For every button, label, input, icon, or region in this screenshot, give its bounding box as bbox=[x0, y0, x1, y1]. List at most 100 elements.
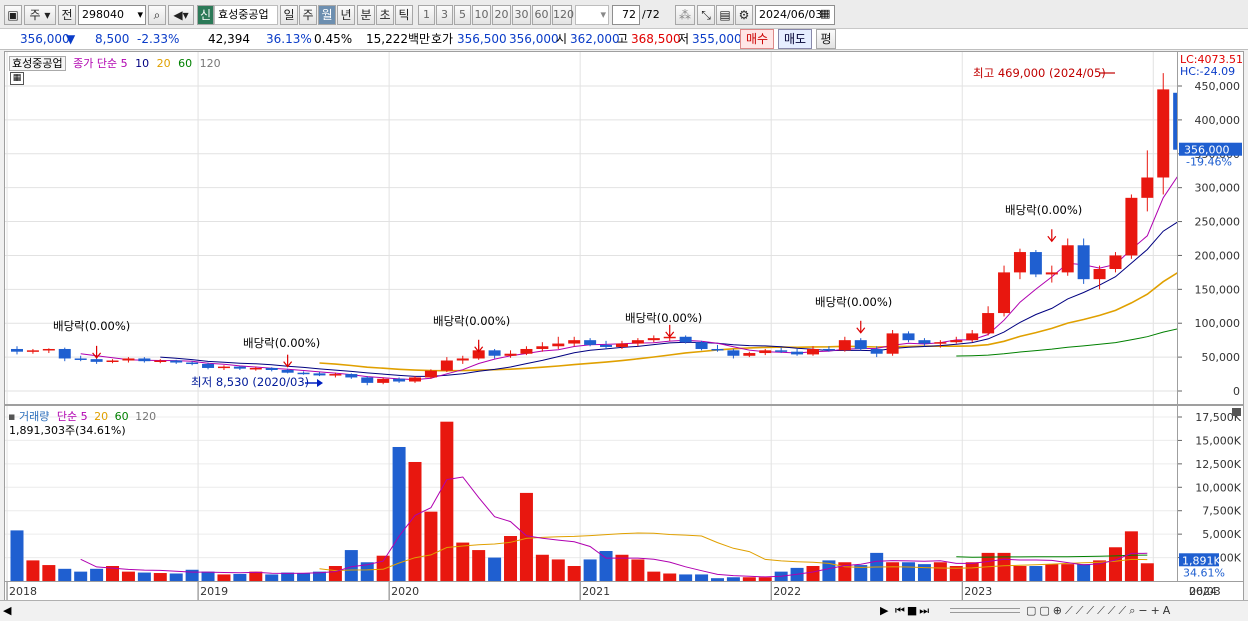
period-month[interactable]: 월 bbox=[318, 5, 336, 25]
price-axis: 450,000400,000350,000300,000250,000200,0… bbox=[1178, 51, 1244, 405]
volume-bar bbox=[631, 559, 645, 581]
calendar-icon[interactable]: ▦ bbox=[820, 7, 830, 20]
candle-body bbox=[584, 340, 597, 345]
volume-tick-label: 5,000K bbox=[1202, 528, 1241, 541]
save-icon[interactable]: ▤ bbox=[716, 5, 734, 25]
interval-30[interactable]: 30 bbox=[512, 5, 531, 25]
volume-bar bbox=[58, 568, 72, 581]
ma120-legend: 120 bbox=[199, 57, 221, 70]
volume-bar bbox=[328, 566, 342, 581]
candle-body bbox=[170, 360, 183, 363]
drawing-tools-icon[interactable]: ⁂ bbox=[675, 5, 695, 25]
chart-stock-name[interactable]: 효성중공업 bbox=[9, 56, 66, 71]
bid-label: 호가 bbox=[431, 32, 454, 46]
x-tick-label: 2020 bbox=[391, 585, 419, 598]
volume-bar bbox=[647, 571, 661, 581]
price-change-rate: -2.33% bbox=[137, 32, 180, 46]
period-minute[interactable]: 분 bbox=[357, 5, 375, 25]
chart-scrollbar[interactable]: ◀ ▶ ⏮■⏭ ▢▢⊕⟋⟋⟋⟋⟋⟋⌕−+A bbox=[0, 600, 1248, 621]
candle-body bbox=[520, 348, 533, 354]
candle-body bbox=[233, 366, 246, 369]
candle-body bbox=[600, 344, 613, 347]
speaker-icon[interactable]: ◀▾ bbox=[168, 5, 194, 25]
candle-body bbox=[615, 343, 628, 347]
price-tick-label: 300,000 bbox=[1195, 182, 1241, 195]
volume-chart-panel[interactable]: ▪ 거래량 단순 5 20 60 120 1,891,303주(34.61%) bbox=[4, 405, 1178, 582]
gear-icon[interactable]: ⚙ bbox=[735, 5, 753, 25]
candle-body bbox=[1141, 177, 1154, 198]
candle-body bbox=[26, 350, 39, 352]
price-chart[interactable]: 배당락(0.00%) 배당락(0.00%) 배당락(0.00%) 배당락(0.00%)… bbox=[5, 52, 1177, 404]
sell-button[interactable]: 매도 bbox=[778, 29, 812, 49]
ma60-legend: 60 bbox=[178, 57, 193, 70]
candle-body bbox=[1061, 245, 1074, 273]
data-table-icon[interactable]: ▦ bbox=[10, 72, 24, 85]
buy-button[interactable]: 매수 bbox=[740, 29, 774, 49]
candle-body bbox=[154, 360, 167, 362]
trade-amount: 15,222백만 bbox=[366, 32, 431, 46]
price-tick-label: 100,000 bbox=[1195, 317, 1241, 330]
volume-bar bbox=[1108, 547, 1122, 581]
ma20-legend: 20 bbox=[156, 57, 171, 70]
interval-60[interactable]: 60 bbox=[532, 5, 551, 25]
period-week[interactable]: 주 bbox=[299, 5, 317, 25]
candle-body bbox=[695, 342, 708, 349]
chart-tools-icon[interactable]: ▢▢⊕⟋⟋⟋⟋⟋⟋⌕−+A bbox=[1026, 604, 1173, 618]
count-input[interactable]: 72 bbox=[612, 5, 640, 25]
period-second[interactable]: 초 bbox=[376, 5, 394, 25]
period-type-select[interactable]: 주 ▾ bbox=[24, 5, 56, 25]
code-input[interactable]: 298040 ▾ bbox=[78, 5, 146, 25]
volume-bar bbox=[551, 559, 565, 581]
search-icon[interactable]: ⌕ bbox=[148, 5, 166, 25]
period-year[interactable]: 년 bbox=[337, 5, 355, 25]
candle-body bbox=[42, 348, 55, 351]
volume-axis: 17,500K 15,000K 12,500K 10,000K 7,500K 5,000K… bbox=[1178, 405, 1244, 582]
interval-1[interactable]: 1 bbox=[418, 5, 435, 25]
candle-body bbox=[966, 333, 979, 341]
interval-120[interactable]: 120 bbox=[552, 5, 574, 25]
candle-body bbox=[727, 350, 740, 356]
volume-bar bbox=[695, 574, 709, 581]
candle-body bbox=[265, 367, 278, 370]
volume-bar bbox=[599, 551, 613, 581]
x-axis: 2018 2019 2020 2021 2022 2023 2024 06/03 bbox=[4, 582, 1244, 600]
scroll-right-icon[interactable]: ▶ bbox=[880, 604, 888, 617]
volume-tick-label: 10,000K bbox=[1195, 481, 1241, 494]
playback-controls-icon[interactable]: ⏮■⏭ bbox=[895, 604, 931, 618]
current-volume: 1,891,303주(34.61%) bbox=[9, 424, 126, 437]
volume-bar bbox=[567, 566, 581, 581]
volume-tick-label: 15,000K bbox=[1195, 434, 1241, 447]
period-tick[interactable]: 틱 bbox=[395, 5, 413, 25]
candle-body bbox=[711, 348, 724, 351]
volume-chart[interactable] bbox=[5, 406, 1177, 581]
x-tick-label: 2021 bbox=[582, 585, 610, 598]
volume-tick-label: 12,500K bbox=[1195, 458, 1241, 471]
eval-button[interactable]: 평 bbox=[816, 29, 836, 49]
price-chart-panel[interactable]: 배당락(0.00%) 배당락(0.00%) 배당락(0.00%) 배당락(0.00%)… bbox=[4, 51, 1178, 405]
custom-interval-select[interactable]: ▾ bbox=[575, 5, 609, 25]
low-price: 355,000 bbox=[692, 32, 742, 46]
prev-button[interactable]: 전 bbox=[58, 5, 76, 25]
quote-bar: 356,000 ▼ 8,500 -2.33% 42,394 36.13% 0.4… bbox=[0, 29, 1248, 50]
volume-bar bbox=[26, 560, 40, 581]
low-arrow-head bbox=[317, 379, 323, 387]
crosshair-icon[interactable]: ⤡ bbox=[697, 5, 715, 25]
scroll-left-icon[interactable]: ◀ bbox=[3, 604, 11, 617]
vol-ma120-legend: 120 bbox=[135, 410, 157, 423]
volume-bar bbox=[440, 421, 454, 581]
panel-menu-icon[interactable] bbox=[1232, 408, 1241, 416]
zoom-slider[interactable] bbox=[950, 608, 1020, 613]
interval-3[interactable]: 3 bbox=[436, 5, 453, 25]
volume-bar bbox=[583, 559, 597, 581]
volume-bar bbox=[758, 577, 772, 581]
candle-body bbox=[1173, 92, 1177, 150]
layout-icon[interactable]: ▣ bbox=[4, 5, 22, 25]
dividend-label: 배당락(0.00%) bbox=[1005, 203, 1082, 217]
volume-bar bbox=[965, 562, 979, 581]
price-tick-label: 200,000 bbox=[1195, 249, 1241, 262]
period-day[interactable]: 일 bbox=[280, 5, 298, 25]
interval-10[interactable]: 10 bbox=[472, 5, 491, 25]
turnover-rate: 0.45% bbox=[314, 32, 353, 46]
interval-20[interactable]: 20 bbox=[492, 5, 511, 25]
interval-5[interactable]: 5 bbox=[454, 5, 471, 25]
